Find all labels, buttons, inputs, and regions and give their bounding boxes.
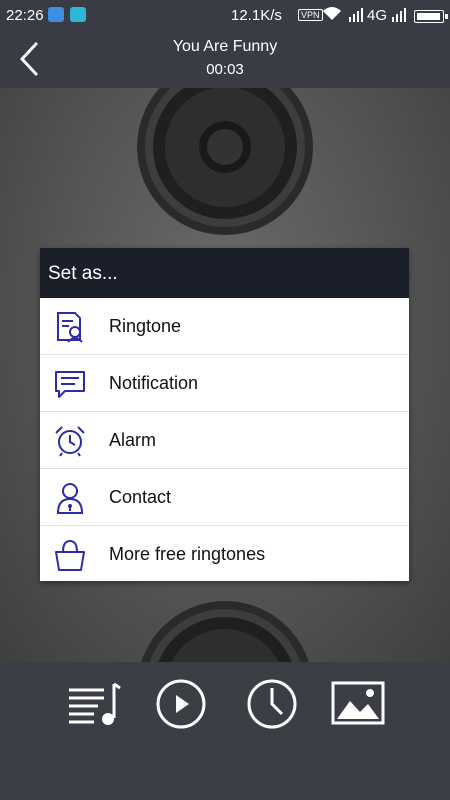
playlist-button[interactable]	[66, 676, 122, 732]
track-title: You Are Funny	[172, 38, 278, 55]
option-notification[interactable]: Notification	[40, 355, 409, 412]
wifi-icon	[322, 6, 342, 26]
elapsed-time: 00:03	[206, 61, 244, 78]
option-ringtone[interactable]: Ringtone	[40, 298, 409, 355]
alarm-clock-icon	[55, 426, 85, 457]
shopping-bag-icon	[55, 539, 85, 571]
playlist-icon	[69, 682, 121, 725]
speaker-top-image	[137, 88, 313, 235]
vpn-badge: VPN	[298, 9, 323, 21]
clock-icon	[247, 679, 297, 729]
status-time: 22:26	[6, 7, 44, 24]
option-label: More free ringtones	[109, 544, 266, 564]
screenshot-app-icon	[70, 7, 86, 22]
speaker-bottom-image	[141, 601, 309, 662]
option-alarm[interactable]: Alarm	[40, 412, 409, 469]
bottom-toolbar	[0, 662, 450, 800]
ringtone-icon	[57, 312, 83, 343]
network-speed: 12.1K/s	[231, 7, 282, 24]
signal-icon	[348, 8, 364, 26]
set-as-dialog: Set as... Ringtone Notification Alarm Co…	[40, 248, 409, 581]
option-label: Notification	[109, 373, 199, 393]
play-icon	[156, 679, 206, 729]
play-button[interactable]	[153, 676, 209, 732]
notification-app-icon	[48, 7, 64, 22]
player-header: You Are Funny 00:03	[0, 30, 450, 88]
option-contact[interactable]: Contact	[40, 469, 409, 526]
status-bar: 22:26 12.1K/s VPN 4G	[0, 0, 450, 30]
clock-button[interactable]	[244, 676, 300, 732]
image-button[interactable]	[330, 676, 386, 732]
option-label: Ringtone	[109, 316, 182, 336]
network-type: 4G	[367, 7, 388, 24]
signal-icon-secondary	[391, 8, 407, 26]
image-icon	[331, 681, 385, 725]
option-more-ringtones[interactable]: More free ringtones	[40, 526, 409, 582]
notification-icon	[55, 371, 85, 398]
option-label: Contact	[109, 487, 172, 507]
option-label: Alarm	[109, 430, 157, 450]
contact-icon	[56, 483, 84, 514]
battery-icon	[414, 10, 448, 23]
dialog-title: Set as...	[40, 248, 409, 298]
